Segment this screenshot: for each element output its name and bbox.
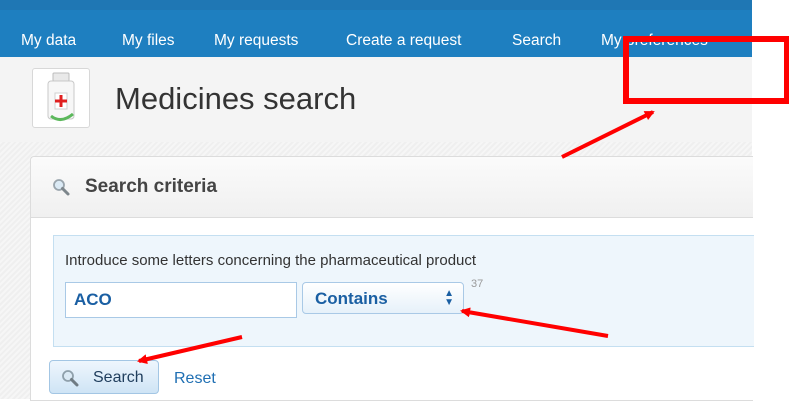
top-navigation-bar: My data My files My requests Create a re… [0, 0, 752, 57]
nav-my-preferences[interactable]: My preferences [601, 30, 708, 52]
top-stripe [0, 0, 752, 10]
page-header: Medicines search [0, 57, 752, 143]
criteria-box: Introduce some letters concerning the ph… [53, 235, 754, 347]
nav-my-requests[interactable]: My requests [214, 30, 298, 52]
product-search-input[interactable]: ACO [65, 282, 297, 318]
panel-title: Search criteria [85, 176, 218, 197]
search-criteria-panel: Search criteria Introduce some letters c… [30, 156, 754, 401]
nav-my-data[interactable]: My data [21, 30, 76, 52]
app: My data My files My requests Create a re… [0, 0, 789, 401]
search-button[interactable]: Search [49, 360, 159, 394]
nav-my-files[interactable]: My files [122, 30, 175, 52]
match-type-value: Contains [315, 289, 388, 308]
match-type-select[interactable]: Contains ▲ ▼ [302, 282, 464, 314]
reset-link[interactable]: Reset [174, 370, 216, 388]
nav-create-a-request[interactable]: Create a request [346, 30, 461, 52]
panel-header: Search criteria [31, 157, 753, 218]
search-button-label: Search [93, 369, 144, 386]
medicine-bottle-icon [32, 68, 90, 128]
page-title: Medicines search [115, 81, 357, 116]
magnifier-icon [51, 177, 71, 202]
magnifier-icon [60, 368, 80, 393]
nav-search[interactable]: Search [512, 30, 561, 52]
instruction-label: Introduce some letters concerning the ph… [65, 252, 477, 269]
updown-arrows-icon: ▲ ▼ [444, 288, 454, 308]
result-count: 37 [471, 278, 484, 290]
